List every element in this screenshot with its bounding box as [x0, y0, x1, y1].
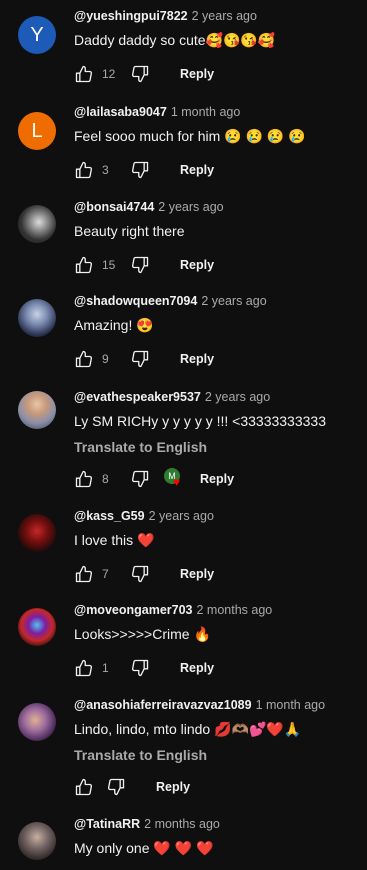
avatar[interactable]: L: [18, 112, 56, 150]
translate-button[interactable]: Translate to English: [74, 437, 359, 457]
comment-time[interactable]: 2 months ago: [197, 603, 273, 617]
avatar[interactable]: [18, 822, 56, 860]
like-icon[interactable]: [74, 469, 94, 489]
like-icon[interactable]: [74, 777, 94, 797]
comment-text: Daddy daddy so cute🥰😘😘🥰: [74, 32, 276, 48]
like-count: 1: [102, 661, 109, 675]
dislike-icon[interactable]: [130, 349, 150, 369]
like-count: 3: [102, 163, 109, 177]
avatar[interactable]: [18, 205, 56, 243]
heart-icon: ♥: [173, 475, 181, 489]
comment-author[interactable]: @lailasaba9047: [74, 105, 167, 119]
creator-heart-badge: M ♥: [164, 468, 186, 490]
comment-text: I love this ❤️: [74, 532, 155, 548]
dislike-icon[interactable]: [130, 255, 150, 275]
like-icon[interactable]: [74, 160, 94, 180]
avatar[interactable]: [18, 514, 56, 552]
reply-button[interactable]: Reply: [180, 567, 214, 581]
like-count: 15: [102, 258, 116, 272]
like-icon[interactable]: [74, 255, 94, 275]
dislike-icon[interactable]: [130, 469, 150, 489]
reply-button[interactable]: Reply: [200, 472, 234, 486]
comment-time[interactable]: 2 years ago: [149, 509, 214, 523]
reply-button[interactable]: Reply: [180, 258, 214, 272]
avatar[interactable]: Y: [18, 16, 56, 54]
dislike-icon[interactable]: [130, 658, 150, 678]
reply-button[interactable]: Reply: [180, 661, 214, 675]
comment-author[interactable]: @moveongamer703: [74, 603, 193, 617]
reply-button[interactable]: Reply: [180, 67, 214, 81]
avatar-letter: Y: [30, 23, 44, 46]
comment-time[interactable]: 1 month ago: [171, 105, 241, 119]
comment-time[interactable]: 2 months ago: [144, 817, 220, 831]
comment-time[interactable]: 2 years ago: [201, 294, 266, 308]
like-count: 7: [102, 567, 109, 581]
translate-button[interactable]: Translate to English: [74, 745, 359, 765]
comment-text: Amazing! 😍: [74, 317, 154, 333]
comment-author[interactable]: @bonsai4744: [74, 200, 154, 214]
comment-text: Ly SM RICHy y y y y y !!! <33333333333: [74, 413, 326, 429]
dislike-icon[interactable]: [106, 777, 126, 797]
comment-author[interactable]: @shadowqueen7094: [74, 294, 197, 308]
avatar[interactable]: [18, 391, 56, 429]
comment-author[interactable]: @TatinaRR: [74, 817, 140, 831]
reply-button[interactable]: Reply: [156, 780, 190, 794]
comment-text: Looks>>>>>Crime 🔥: [74, 626, 211, 642]
comment-text: Beauty right there: [74, 223, 185, 239]
comment-author[interactable]: @yueshingpui7822: [74, 9, 188, 23]
like-icon[interactable]: [74, 349, 94, 369]
avatar[interactable]: [18, 608, 56, 646]
comment-text: Lindo, lindo, mto lindo 💋🫶🏽💕❤️🙏: [74, 721, 302, 737]
like-count: 9: [102, 352, 109, 366]
like-icon[interactable]: [74, 64, 94, 84]
like-icon[interactable]: [74, 564, 94, 584]
reply-button[interactable]: Reply: [180, 163, 214, 177]
like-icon[interactable]: [74, 658, 94, 678]
comment-text: Feel sooo much for him 😢 😢 😢 😢: [74, 128, 306, 144]
avatar[interactable]: [18, 703, 56, 741]
avatar-letter: L: [31, 119, 43, 142]
comment-time[interactable]: 1 month ago: [256, 698, 326, 712]
comment-time[interactable]: 2 years ago: [192, 9, 257, 23]
comment-author[interactable]: @kass_G59: [74, 509, 145, 523]
dislike-icon[interactable]: [130, 160, 150, 180]
comment-text: My only one ❤️ ❤️ ❤️: [74, 840, 214, 856]
comment-author[interactable]: @evathespeaker9537: [74, 390, 201, 404]
avatar[interactable]: [18, 299, 56, 337]
comment-author[interactable]: @anasohiaferreiravazvaz1089: [74, 698, 252, 712]
like-count: 8: [102, 472, 109, 486]
comment-time[interactable]: 2 years ago: [205, 390, 270, 404]
dislike-icon[interactable]: [130, 64, 150, 84]
dislike-icon[interactable]: [130, 564, 150, 584]
comment-time[interactable]: 2 years ago: [158, 200, 223, 214]
reply-button[interactable]: Reply: [180, 352, 214, 366]
like-count: 12: [102, 67, 116, 81]
